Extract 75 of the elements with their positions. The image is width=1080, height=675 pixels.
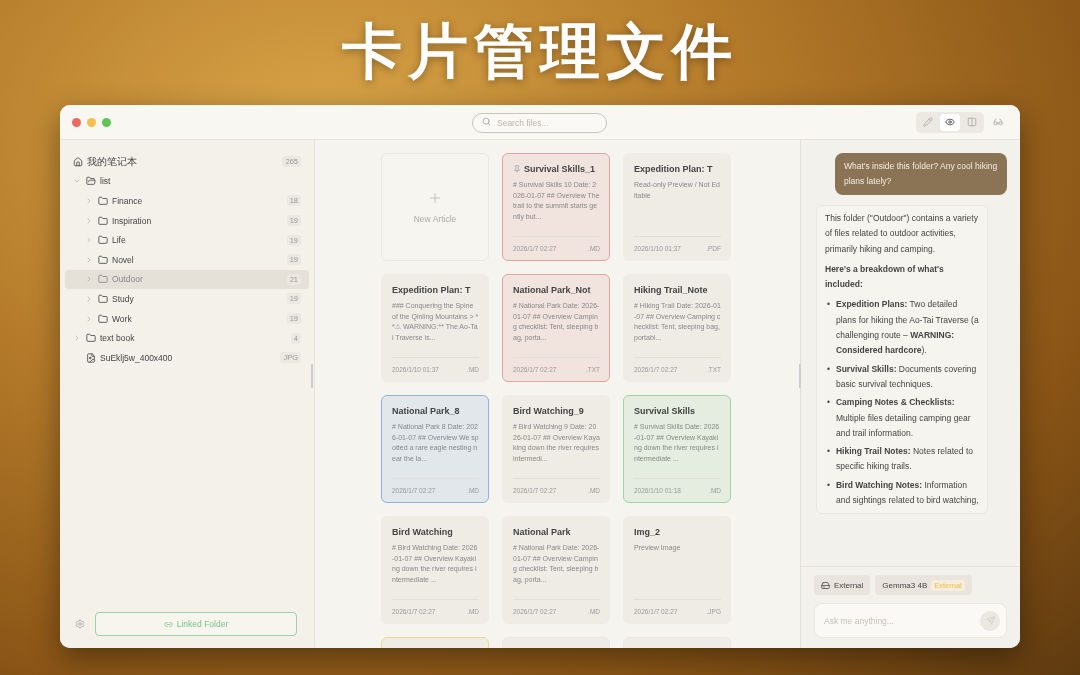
plus-icon <box>427 190 443 206</box>
folder-icon <box>86 333 96 344</box>
open-folder-icon <box>86 176 96 187</box>
card-title: Expedition Plan: T <box>392 285 472 295</box>
reply-bullet: Camping Notes & Checklists: Multiple files detailing camping gear and trail information. <box>836 396 972 440</box>
bullet-marker: • <box>827 298 830 312</box>
folder-icon <box>98 313 108 324</box>
card-title: Bird Watching <box>392 527 454 537</box>
folder-icon <box>98 254 108 265</box>
home-icon <box>73 156 83 167</box>
reply-bullet: Bird Watching Notes: Information and sightings related to bird watching, <box>836 478 979 508</box>
image-file-icon <box>86 352 96 363</box>
chevron-right-icon <box>73 334 81 343</box>
card-title: National Park_8 <box>392 406 461 416</box>
reply-bullet: Survival Skills: Documents covering basic survival techniques. <box>836 362 978 391</box>
tree-item-label: Inspiration <box>112 215 153 226</box>
folder-icon <box>98 274 108 285</box>
tree-item-label: SuEklj5w_400x400 <box>100 352 174 363</box>
chevron-right-icon <box>85 294 93 303</box>
link-icon <box>163 619 173 629</box>
card-title: National Park_Not <box>513 285 592 295</box>
chevron-right-icon <box>85 255 93 264</box>
tree-item-label: Life <box>112 235 127 246</box>
folder-icon <box>98 215 108 226</box>
eye-icon <box>945 117 955 127</box>
settings-icon <box>75 619 85 629</box>
folder-icon <box>98 293 108 304</box>
headline: 卡片管理文件 <box>342 15 738 88</box>
folder-icon <box>98 235 108 246</box>
reply-heading: Here's a breakdown of what's included: <box>825 262 945 292</box>
glasses-icon <box>993 117 1003 127</box>
pin-icon <box>513 165 521 173</box>
tree-item-label: Study <box>112 293 135 304</box>
tree-item-label: Outdoor <box>112 274 144 285</box>
card-title: Bird Watching_9 <box>513 406 585 416</box>
bullet-marker: • <box>827 478 830 492</box>
folder-icon <box>98 196 108 206</box>
bullet-marker: • <box>827 362 830 376</box>
tree-item-label: text book <box>100 333 136 344</box>
card-title: Hiking Trail_Note <box>634 285 709 295</box>
pencil-icon <box>923 117 933 127</box>
search-field[interactable]: Search files... <box>472 113 607 133</box>
columns-icon <box>967 117 977 127</box>
view-mode-button[interactable] <box>940 113 960 131</box>
reply-bullet: Hiking Trail Notes: Notes related to specific hiking trails. <box>836 445 974 474</box>
window-control[interactable] <box>102 117 111 127</box>
bullet-marker: • <box>827 445 830 459</box>
settings-button[interactable] <box>75 619 85 629</box>
window-control[interactable] <box>87 117 96 127</box>
card-title: Survival Skills <box>634 406 697 416</box>
reply-bullet: Expedition Plans: Two detailed plans for hiking the Ao-Tai Traverse (a challenging route – WARNING: Considered hardcore). <box>836 298 979 358</box>
chevron-right-icon <box>85 236 93 245</box>
drive-icon <box>821 580 830 590</box>
tree-item-label: list <box>100 176 112 187</box>
tree-item-label: Finance <box>112 196 144 206</box>
card-title: Img_2 <box>634 527 661 537</box>
search-icon <box>482 117 491 126</box>
chevron-right-icon <box>85 314 93 323</box>
chevron-right-icon <box>85 275 93 284</box>
tree-item-label: Novel <box>112 254 135 265</box>
tree-item[interactable]: list <box>65 171 309 192</box>
send-icon <box>985 616 995 625</box>
card-title: Expedition Plan: T <box>634 164 714 174</box>
tree-item-label: Work <box>112 313 133 324</box>
bullet-marker: • <box>827 396 830 410</box>
card-title: National Park <box>513 527 572 537</box>
tree-item-label: 我的笔记本 <box>87 154 138 169</box>
chevron-right-icon <box>85 216 93 225</box>
chevron-right-icon <box>85 197 93 205</box>
resize-handle[interactable] <box>799 364 801 388</box>
source-chip[interactable]: External <box>814 575 871 595</box>
user-message: What's inside this folder? Any cool hiking plans lately? <box>835 153 1007 195</box>
window-control[interactable] <box>72 117 81 127</box>
reply-paragraph: This folder ("Outdoor") contains a variety of files related to outdoor activities, primarily hiking and camping. <box>825 212 979 256</box>
card-title: Survival Skills_1 <box>513 164 600 174</box>
